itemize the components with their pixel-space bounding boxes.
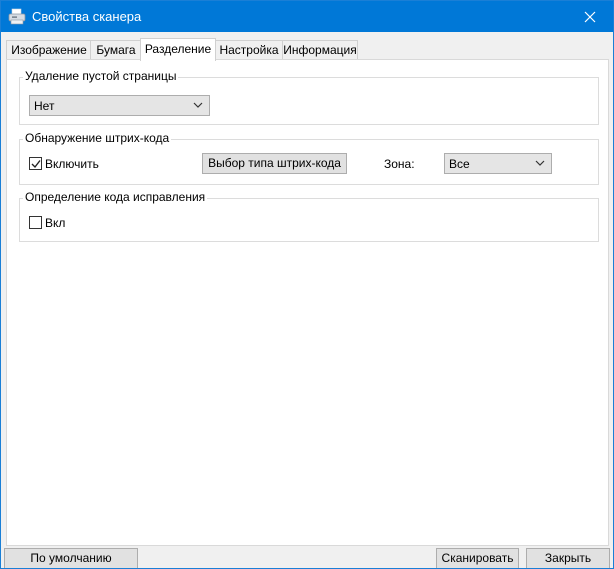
close-button[interactable]	[567, 1, 613, 32]
zone-select-value: Все	[449, 157, 470, 171]
blank-page-select-value: Нет	[34, 99, 55, 113]
defaults-button[interactable]: По умолчанию	[4, 548, 138, 568]
patch-code-checkbox[interactable]	[29, 216, 42, 229]
blank-page-select[interactable]: Нет	[29, 95, 210, 116]
window-title: Свойства сканера	[32, 9, 142, 24]
zone-label: Зона:	[384, 157, 415, 171]
close-icon	[584, 11, 596, 23]
scanner-icon	[8, 8, 26, 25]
patch-code-group: Определение кода исправления Вкл	[19, 190, 599, 242]
tab-separation[interactable]: Разделение	[140, 38, 216, 61]
close-dialog-button[interactable]: Закрыть	[526, 548, 610, 568]
scan-button[interactable]: Сканировать	[436, 548, 519, 568]
barcode-group: Обнаружение штрих-кода Включить Выбор ти…	[19, 131, 599, 185]
tab-panel: Удаление пустой страницы Нет Обнаружение…	[6, 59, 609, 546]
patch-code-label[interactable]: Вкл	[45, 216, 65, 230]
blank-page-group-title: Удаление пустой страницы	[23, 69, 179, 83]
chevron-down-icon	[535, 160, 545, 166]
barcode-enable-checkbox[interactable]	[29, 157, 42, 170]
tab-settings[interactable]: Настройка	[214, 40, 284, 60]
barcode-group-title: Обнаружение штрих-кода	[23, 131, 172, 145]
barcode-type-button[interactable]: Выбор типа штрих-кода	[202, 153, 347, 174]
patch-code-group-title: Определение кода исправления	[23, 190, 208, 204]
scanner-properties-window: Свойства сканера Изображение Бумага Разд…	[0, 0, 614, 569]
tab-image[interactable]: Изображение	[6, 40, 92, 60]
chevron-down-icon	[193, 102, 203, 108]
tab-information[interactable]: Информация	[282, 40, 358, 60]
tab-paper[interactable]: Бумага	[90, 40, 142, 60]
zone-select[interactable]: Все	[444, 153, 552, 174]
blank-page-group: Удаление пустой страницы Нет	[19, 69, 599, 125]
checkmark-icon	[31, 160, 41, 169]
title-bar[interactable]: Свойства сканера	[1, 1, 613, 32]
barcode-enable-label[interactable]: Включить	[45, 157, 99, 171]
